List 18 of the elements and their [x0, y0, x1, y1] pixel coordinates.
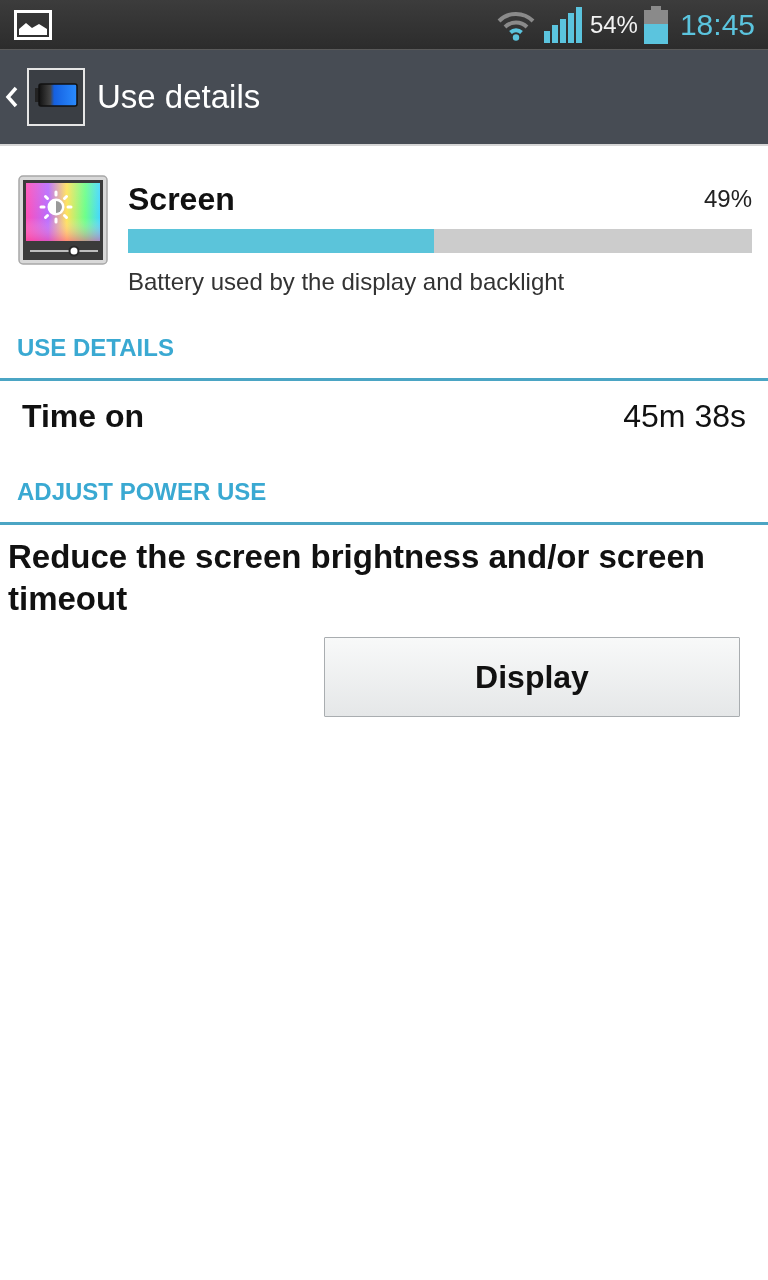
- usage-percent: 49%: [703, 184, 752, 214]
- screen-title: Use details: [97, 77, 261, 117]
- picture-icon: [14, 9, 52, 40]
- section-header: USE DETAILS: [17, 334, 174, 361]
- back-caret-icon[interactable]: [5, 86, 19, 108]
- battery-app-icon: [27, 68, 85, 126]
- signal-icon: [543, 6, 582, 43]
- battery-icon: [643, 5, 668, 44]
- clock-time: 18:45: [679, 6, 755, 43]
- section-header: ADJUST POWER USE: [17, 478, 267, 505]
- detail-label: Time on: [22, 397, 145, 435]
- display-brightness-icon: [18, 175, 108, 265]
- battery-percent: 54%: [589, 9, 638, 40]
- advice-text: Reduce the screen brightness and/or screen timeout: [8, 537, 706, 619]
- usage-description: Battery used by the display and backlight: [128, 267, 566, 297]
- detail-value: 45m 38s: [623, 397, 746, 435]
- usage-name: Screen: [128, 180, 235, 219]
- display-button[interactable]: Display: [324, 637, 740, 717]
